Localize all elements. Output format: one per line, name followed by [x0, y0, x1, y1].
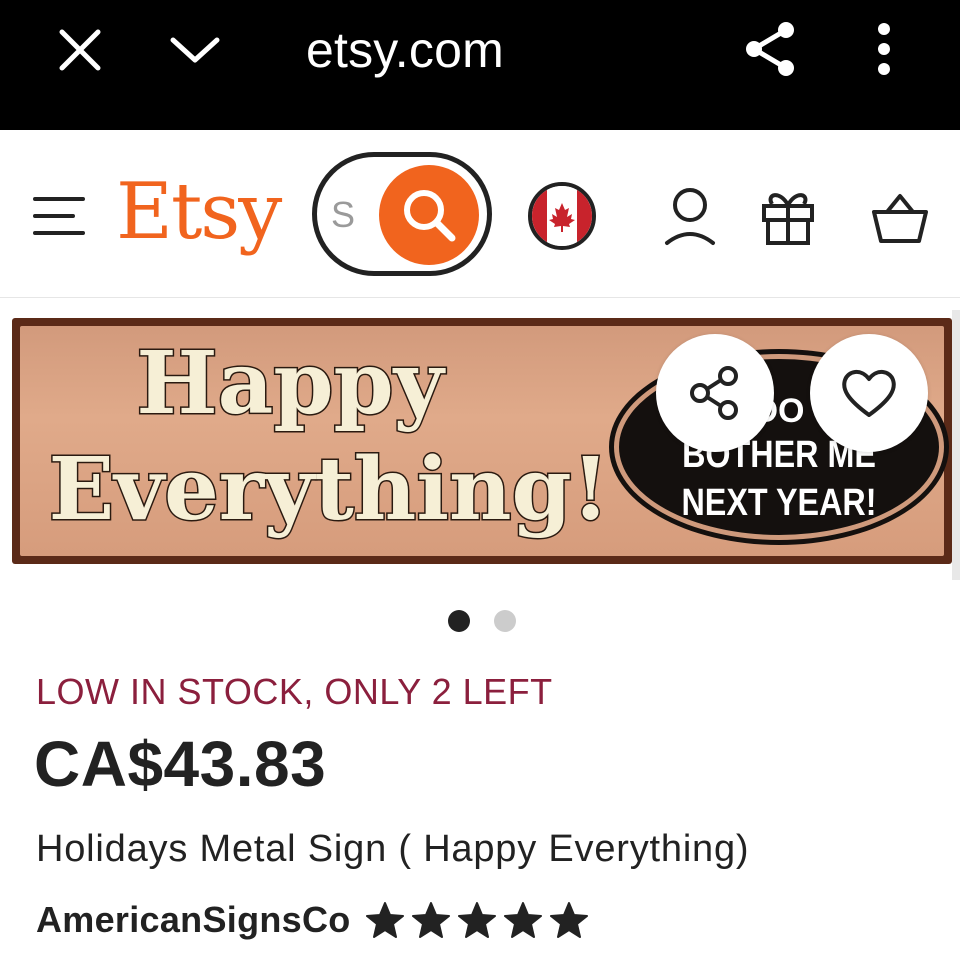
search-bar[interactable] [312, 152, 492, 276]
share-icon [746, 22, 794, 76]
heart-icon [842, 370, 896, 417]
browser-toolbar: etsy.com [0, 0, 960, 130]
cart-button[interactable] [870, 188, 930, 248]
close-tab-button[interactable] [50, 22, 110, 78]
oval-text-line-3: NEXT YEAR! [681, 482, 877, 524]
account-icon [665, 188, 715, 245]
next-image-peek [952, 310, 960, 580]
minimize-button[interactable] [162, 22, 228, 78]
more-vertical-icon [878, 23, 890, 75]
rating-stars[interactable] [365, 900, 589, 940]
menu-button[interactable] [30, 190, 92, 242]
star-icon [365, 900, 405, 940]
image-pager [448, 610, 516, 632]
star-icon [457, 900, 497, 940]
search-button[interactable] [379, 165, 479, 265]
etsy-logo[interactable]: Etsy [116, 162, 282, 262]
stock-notice: LOW IN STOCK, ONLY 2 LEFT [36, 671, 553, 712]
sign-text-line-1: Happy [135, 333, 445, 434]
search-icon [404, 190, 456, 242]
star-icon [503, 900, 543, 940]
product-image[interactable]: Happy Everything! DO BOTHER ME NEXT YEAR… [0, 300, 960, 580]
share-icon [690, 366, 738, 420]
pager-dot-active[interactable] [448, 610, 470, 632]
basket-icon [872, 194, 928, 243]
region-selector-button[interactable] [528, 182, 596, 250]
pager-dot[interactable] [494, 610, 516, 632]
star-icon [549, 900, 589, 940]
shop-name-link[interactable]: AmericanSignsCo [36, 899, 351, 941]
product-photo-sign: Happy Everything! DO BOTHER ME NEXT YEAR… [12, 318, 952, 564]
gift-button[interactable] [758, 184, 818, 248]
canada-flag-icon [532, 186, 592, 246]
star-icon [411, 900, 451, 940]
site-header: Etsy [0, 130, 960, 298]
chevron-down-icon [170, 37, 220, 63]
browser-share-button[interactable] [738, 16, 804, 82]
shop-rating-row: AmericanSignsCo [36, 892, 589, 948]
share-listing-button[interactable] [656, 334, 774, 452]
menu-icon [33, 197, 85, 235]
gift-icon [762, 193, 814, 245]
product-price: CA$43.83 [34, 728, 327, 800]
sign-text-line-2: Everything! [47, 439, 611, 540]
product-title: Holidays Metal Sign ( Happy Everything) [36, 828, 750, 870]
sign-face: Happy Everything! DO BOTHER ME NEXT YEAR… [20, 326, 944, 556]
account-button[interactable] [662, 186, 718, 248]
close-icon [59, 29, 101, 71]
address-bar-url[interactable]: etsy.com [306, 18, 504, 82]
browser-menu-button[interactable] [860, 18, 908, 80]
favorite-button[interactable] [810, 334, 928, 452]
